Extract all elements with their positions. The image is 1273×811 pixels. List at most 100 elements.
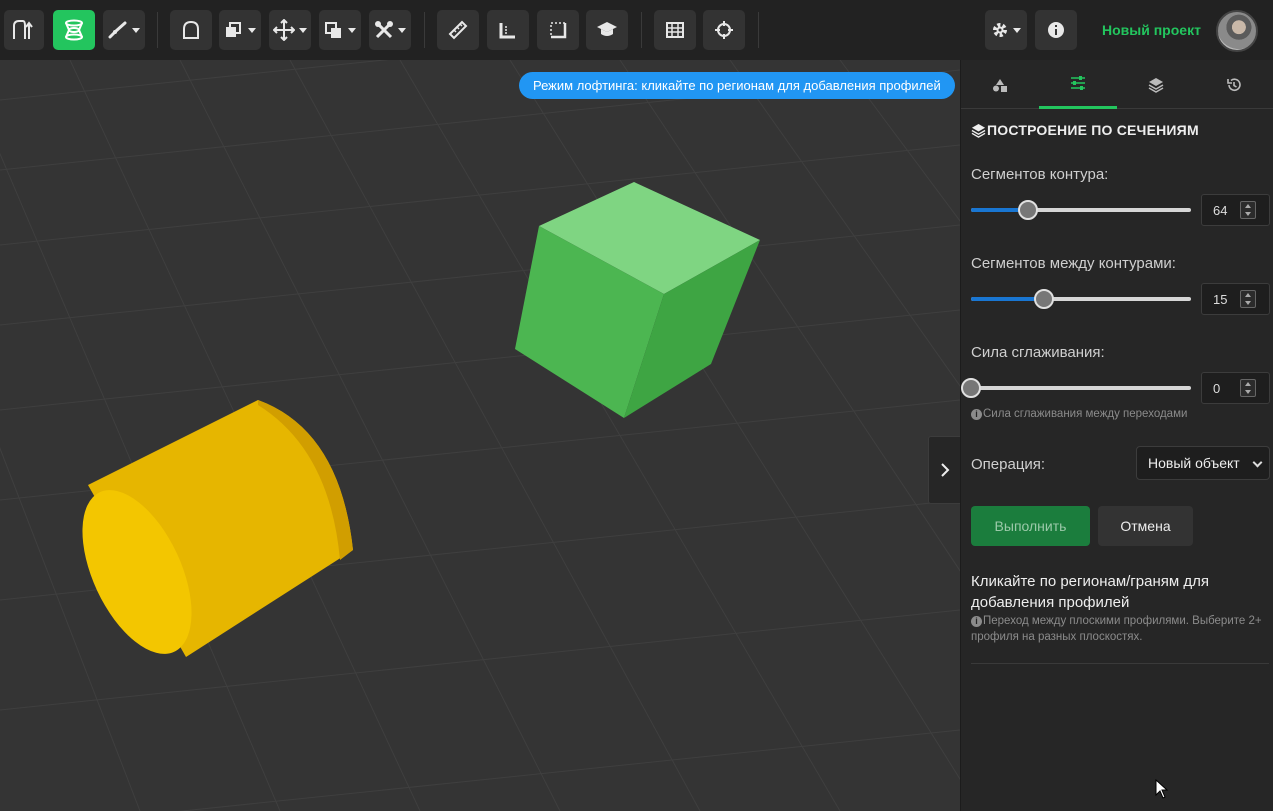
extrude-icon (226, 22, 241, 37)
chevron-down-icon (1013, 27, 1021, 33)
angle-tool-button[interactable] (487, 10, 529, 50)
tutorial-tool-button[interactable] (586, 10, 628, 50)
shape-tool-button[interactable] (170, 10, 212, 50)
toolbar-divider (157, 12, 158, 48)
spin-arrows-icon[interactable] (1240, 290, 1256, 308)
bounds-tool-button[interactable] (537, 10, 579, 50)
layers-icon (971, 123, 986, 138)
grid-icon (666, 22, 684, 38)
contour-segments-label: Сегментов контура: (971, 166, 1109, 183)
grid-tool-button[interactable] (654, 10, 696, 50)
layers-icon (1148, 77, 1164, 93)
chevron-right-icon (940, 463, 949, 477)
between-segments-value: 15 (1213, 292, 1228, 307)
ground-grid (0, 60, 960, 811)
contour-segments-value: 64 (1213, 203, 1228, 218)
avatar[interactable] (1216, 10, 1258, 52)
loft-instruction: Кликайте по регионам/граням для добавлен… (971, 573, 1209, 611)
smoothing-input[interactable]: 0 (1201, 372, 1270, 404)
spin-arrows-icon[interactable] (1240, 201, 1256, 219)
3d-viewport[interactable]: Режим лофтинга: кликайте по регионам для… (0, 60, 960, 811)
panel-divider (971, 663, 1269, 664)
extrude-tool-button[interactable] (219, 10, 261, 50)
panel-toggle-button[interactable] (928, 436, 960, 504)
modify-tool-button[interactable] (369, 10, 411, 50)
section-title-text: ПОСТРОЕНИЕ ПО СЕЧЕНИЯМ (987, 122, 1199, 138)
graduation-cap-icon (597, 22, 617, 36)
smoothing-help-text: Сила сглаживания между переходами (983, 408, 1188, 420)
chevron-down-icon (248, 27, 256, 33)
tab-layers[interactable] (1117, 60, 1195, 109)
loft-mode-hint: Режим лофтинга: кликайте по регионам для… (519, 72, 955, 99)
main-toolbar: Новый проект (0, 0, 1273, 60)
smoothing-help: i Сила сглаживания между переходами (971, 408, 1187, 420)
chevron-down-icon (132, 27, 140, 33)
tab-objects[interactable] (961, 60, 1039, 109)
spin-arrows-icon[interactable] (1240, 379, 1256, 397)
slider-thumb[interactable] (1018, 200, 1039, 220)
info-icon: i (971, 409, 982, 420)
boolean-tool-button[interactable] (319, 10, 361, 50)
project-name[interactable]: Новый проект (1102, 22, 1201, 38)
info-icon (1048, 22, 1064, 38)
between-segments-label: Сегментов между контурами: (971, 255, 1176, 272)
toolbar-divider (758, 12, 759, 48)
loft-tool-button[interactable] (53, 10, 95, 50)
yellow-cylinder[interactable] (60, 400, 353, 670)
sketch-tool-button[interactable] (4, 10, 44, 50)
slider-track (971, 386, 1191, 390)
sketch-icon (13, 20, 33, 39)
move-tool-button[interactable] (269, 10, 311, 50)
gear-icon (993, 23, 1007, 37)
loft-instruction-help: i Переход между плоскими профилями. Выбер… (971, 613, 1266, 645)
smoothing-label: Сила сглаживания: (971, 344, 1105, 361)
chevron-down-icon (348, 27, 356, 33)
tools-icon (375, 21, 393, 39)
mouse-cursor-icon (1155, 779, 1169, 799)
chevron-down-icon (299, 27, 307, 33)
operation-selected-value: Новый объект (1148, 455, 1240, 471)
info-button[interactable] (1035, 10, 1077, 50)
contour-segments-slider[interactable] (971, 200, 1191, 220)
toolbar-divider (641, 12, 642, 48)
tab-history[interactable] (1195, 60, 1273, 109)
history-icon (1227, 77, 1241, 91)
bounds-icon (550, 22, 567, 39)
cancel-button[interactable]: Отмена (1098, 506, 1193, 546)
shapes-icon (993, 78, 1007, 92)
tab-parameters[interactable] (1039, 60, 1117, 109)
slider-thumb[interactable] (1033, 289, 1054, 309)
pen-line-icon (108, 21, 127, 39)
section-title: ПОСТРОЕНИЕ ПО СЕЧЕНИЯМ (971, 122, 1199, 138)
execute-button[interactable]: Выполнить (971, 506, 1090, 546)
between-segments-input[interactable]: 15 (1201, 283, 1270, 315)
loft-icon (65, 19, 83, 41)
measure-tool-button[interactable] (437, 10, 479, 50)
smoothing-slider[interactable] (961, 378, 1191, 398)
panel-tabs (961, 60, 1273, 109)
slider-thumb[interactable] (961, 378, 981, 398)
angle-ruler-icon (499, 23, 515, 39)
contour-segments-input[interactable]: 64 (1201, 194, 1270, 226)
between-segments-slider[interactable] (971, 289, 1191, 309)
info-icon: i (971, 616, 982, 627)
loft-instruction-help-text: Переход между плоскими профилями. Выбери… (971, 615, 1262, 643)
chevron-down-icon (398, 27, 406, 33)
move-icon (273, 19, 295, 41)
sliders-icon (1071, 76, 1085, 90)
toolbar-divider (424, 12, 425, 48)
arch-icon (183, 20, 199, 39)
properties-panel: ПОСТРОЕНИЕ ПО СЕЧЕНИЯМ Сегментов контура… (960, 60, 1273, 811)
operation-select[interactable]: Новый объект (1136, 446, 1270, 480)
smoothing-value: 0 (1213, 381, 1221, 396)
line-tool-button[interactable] (103, 10, 145, 50)
crosshair-icon (715, 21, 733, 39)
boolean-icon (325, 22, 341, 38)
chevron-down-icon (1252, 457, 1263, 468)
snap-tool-button[interactable] (703, 10, 745, 50)
ruler-icon (448, 20, 468, 40)
settings-button[interactable] (985, 10, 1027, 50)
operation-label: Операция: (971, 456, 1046, 473)
green-cube[interactable] (515, 182, 760, 418)
slider-fill (971, 297, 1044, 301)
